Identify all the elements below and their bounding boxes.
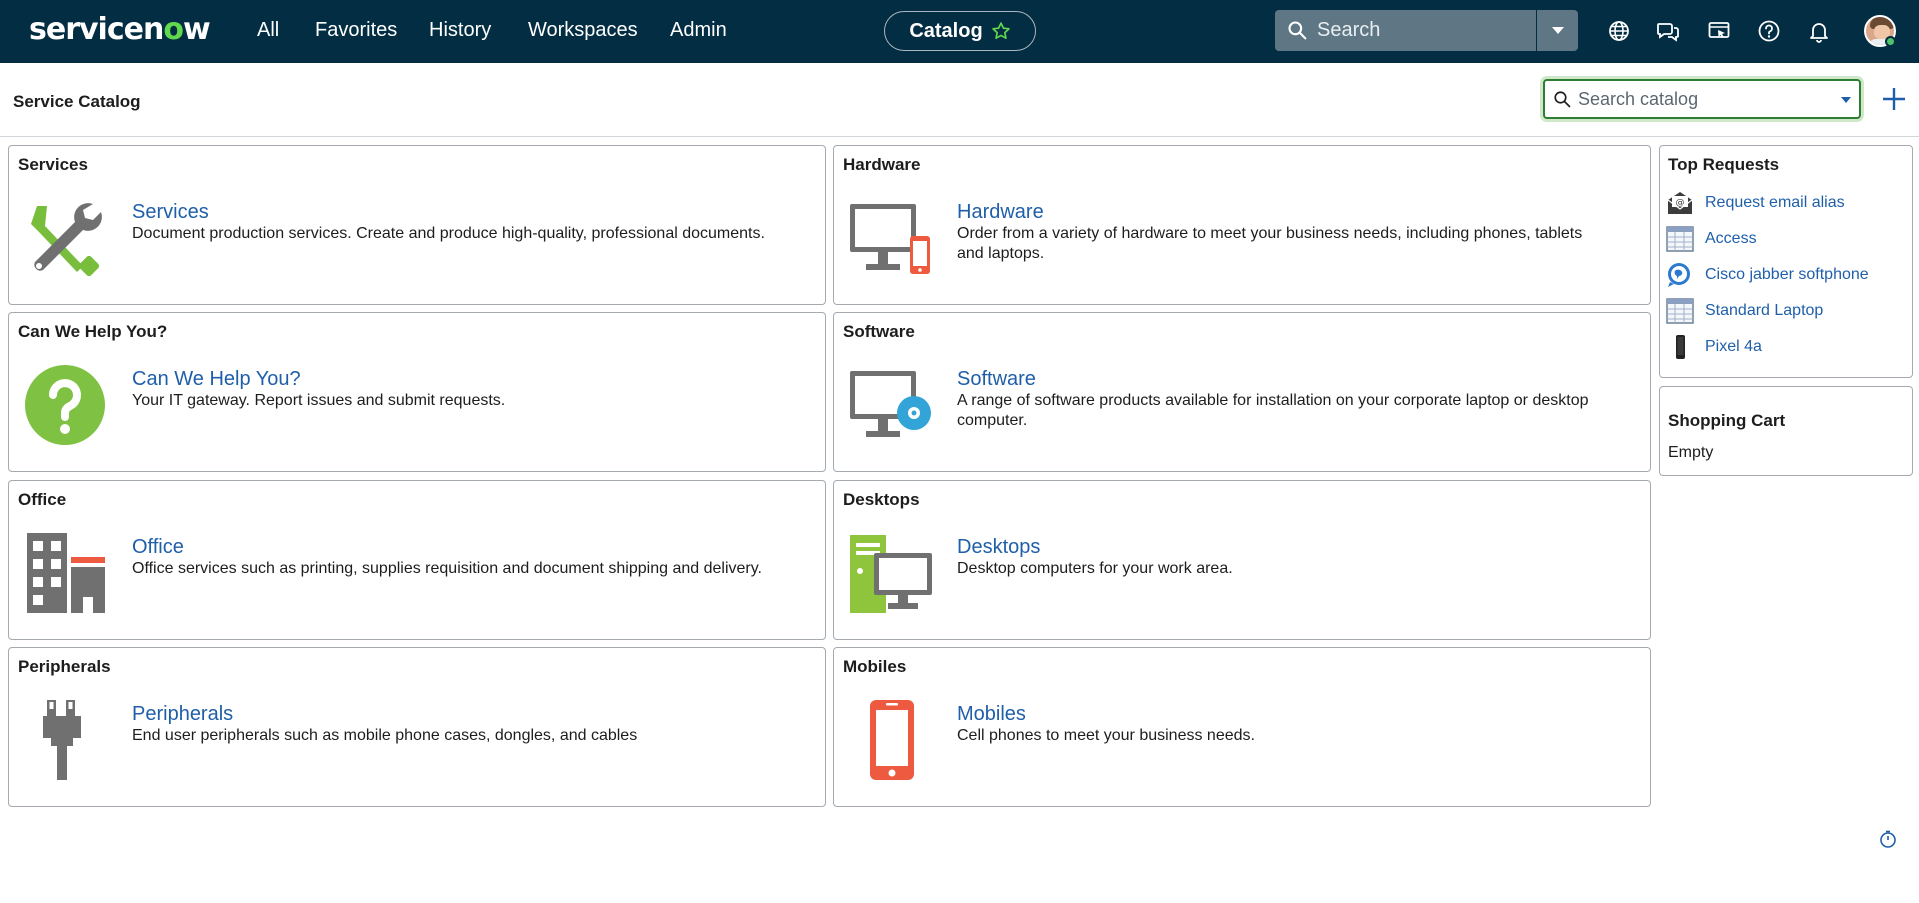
global-search-label: Search bbox=[1317, 19, 1381, 41]
category-link-software[interactable]: Software bbox=[957, 367, 1036, 391]
nav-history[interactable]: History bbox=[429, 18, 491, 42]
screen-share-icon[interactable] bbox=[1707, 19, 1731, 43]
context-catalog-pill[interactable]: Catalog bbox=[884, 11, 1036, 51]
top-request-cisco-jabber[interactable]: Cisco jabber softphone bbox=[1666, 262, 1869, 288]
category-card-hardware[interactable]: Hardware Hardware Order from a variety o… bbox=[833, 145, 1651, 305]
search-options-caret-icon[interactable] bbox=[1841, 97, 1851, 103]
favorite-star-icon[interactable] bbox=[991, 21, 1011, 41]
shopping-cart-widget: Shopping Cart Empty bbox=[1659, 386, 1913, 476]
notifications-bell-icon[interactable] bbox=[1807, 19, 1831, 43]
catalog-subheader: Service Catalog bbox=[0, 63, 1919, 137]
logo-text-o: o bbox=[163, 12, 184, 47]
category-description: Desktop computers for your work area. bbox=[957, 560, 1233, 577]
category-link-services[interactable]: Services bbox=[132, 200, 209, 224]
top-request-email-alias[interactable]: @ Request email alias bbox=[1666, 190, 1845, 216]
catalog-pill-label: Catalog bbox=[909, 19, 983, 42]
monitor-disc-icon bbox=[848, 363, 932, 447]
category-card-peripherals[interactable]: Peripherals Peripherals End user periphe… bbox=[8, 647, 826, 807]
servicenow-logo[interactable]: servicenow bbox=[29, 10, 211, 50]
card-header: Hardware bbox=[843, 155, 921, 174]
category-card-office[interactable]: Office Office Office services such as pr… bbox=[8, 480, 826, 640]
category-description: A range of software products available f… bbox=[957, 392, 1589, 429]
category-description: Your IT gateway. Report issues and submi… bbox=[132, 392, 506, 409]
category-card-services[interactable]: Services Services Document production se… bbox=[8, 145, 826, 305]
category-link-mobiles[interactable]: Mobiles bbox=[957, 702, 1026, 726]
search-icon bbox=[1554, 91, 1571, 108]
card-header: Services bbox=[18, 155, 88, 174]
table-grid-icon bbox=[1666, 226, 1694, 252]
card-header: Software bbox=[843, 322, 915, 341]
top-request-pixel-4a[interactable]: Pixel 4a bbox=[1666, 334, 1762, 360]
card-header: Peripherals bbox=[18, 657, 111, 676]
widget-header: Shopping Cart bbox=[1668, 411, 1786, 430]
top-navigation-bar: servicenow All Favorites History Workspa… bbox=[0, 0, 1919, 63]
top-requests-widget: Top Requests @ Request email alias Acces… bbox=[1659, 145, 1913, 378]
category-description: End user peripherals such as mobile phon… bbox=[132, 727, 638, 744]
top-request-label: Pixel 4a bbox=[1705, 338, 1762, 355]
cart-status: Empty bbox=[1668, 444, 1714, 461]
category-link-desktops[interactable]: Desktops bbox=[957, 535, 1040, 559]
nav-favorites[interactable]: Favorites bbox=[315, 18, 397, 42]
page-title: Service Catalog bbox=[13, 92, 141, 111]
category-link-office[interactable]: Office bbox=[132, 535, 184, 559]
card-header: Desktops bbox=[843, 490, 920, 509]
category-link-hardware[interactable]: Hardware bbox=[957, 200, 1044, 224]
category-card-software[interactable]: Software Software A range of software pr… bbox=[833, 312, 1651, 472]
top-request-label: Cisco jabber softphone bbox=[1705, 266, 1869, 283]
top-request-label: Standard Laptop bbox=[1705, 302, 1824, 319]
caret-down-icon bbox=[1551, 26, 1564, 34]
search-scope-dropdown[interactable] bbox=[1536, 10, 1578, 51]
category-link-peripherals[interactable]: Peripherals bbox=[132, 702, 233, 726]
global-search[interactable]: Search bbox=[1275, 10, 1578, 51]
widget-header: Top Requests bbox=[1668, 155, 1780, 174]
logo-text-part: servicen bbox=[29, 12, 164, 47]
card-header: Office bbox=[18, 490, 67, 509]
add-plus-icon[interactable] bbox=[1880, 85, 1908, 113]
catalog-search-input[interactable] bbox=[1578, 87, 1828, 111]
category-description: Order from a variety of hardware to meet… bbox=[957, 225, 1583, 262]
category-description: Office services such as printing, suppli… bbox=[132, 560, 762, 577]
top-request-access[interactable]: Access bbox=[1666, 226, 1757, 252]
mobile-phone-icon bbox=[848, 698, 932, 782]
timer-icon[interactable] bbox=[1879, 830, 1897, 848]
card-header: Can We Help You? bbox=[18, 322, 168, 341]
category-description: Cell phones to meet your business needs. bbox=[957, 727, 1255, 744]
plug-icon bbox=[23, 698, 107, 782]
catalog-search-box[interactable] bbox=[1543, 79, 1861, 119]
question-icon bbox=[23, 363, 107, 447]
category-card-can-we-help-you[interactable]: Can We Help You? Can We Help You? Your I… bbox=[8, 312, 826, 472]
office-building-icon bbox=[23, 531, 107, 615]
jabber-icon bbox=[1666, 262, 1694, 288]
nav-all[interactable]: All bbox=[257, 18, 279, 42]
top-request-standard-laptop[interactable]: Standard Laptop bbox=[1666, 298, 1823, 324]
email-envelope-icon: @ bbox=[1666, 190, 1694, 216]
category-card-desktops[interactable]: Desktops Desktops Desktop computers for … bbox=[833, 480, 1651, 640]
search-icon bbox=[1288, 21, 1307, 40]
category-card-mobiles[interactable]: Mobiles Mobiles Cell phones to meet your… bbox=[833, 647, 1651, 807]
top-request-label: Request email alias bbox=[1705, 194, 1845, 211]
online-status-indicator bbox=[1885, 36, 1896, 47]
table-grid-icon bbox=[1666, 298, 1694, 324]
top-request-label: Access bbox=[1705, 230, 1757, 247]
nav-admin[interactable]: Admin bbox=[670, 18, 727, 42]
logo-text-end: w bbox=[182, 12, 211, 47]
desktop-tower-icon bbox=[848, 531, 932, 615]
help-icon[interactable] bbox=[1757, 19, 1781, 43]
nav-workspaces[interactable]: Workspaces bbox=[528, 18, 638, 42]
globe-icon[interactable] bbox=[1607, 19, 1631, 43]
monitor-phone-icon bbox=[848, 196, 932, 280]
category-link-can-we-help-you[interactable]: Can We Help You? bbox=[132, 367, 301, 391]
category-description: Document production services. Create and… bbox=[132, 225, 765, 242]
wrench-screwdriver-icon bbox=[23, 196, 107, 280]
phone-icon bbox=[1666, 334, 1694, 360]
card-header: Mobiles bbox=[843, 657, 907, 676]
chat-icon[interactable] bbox=[1656, 19, 1680, 43]
